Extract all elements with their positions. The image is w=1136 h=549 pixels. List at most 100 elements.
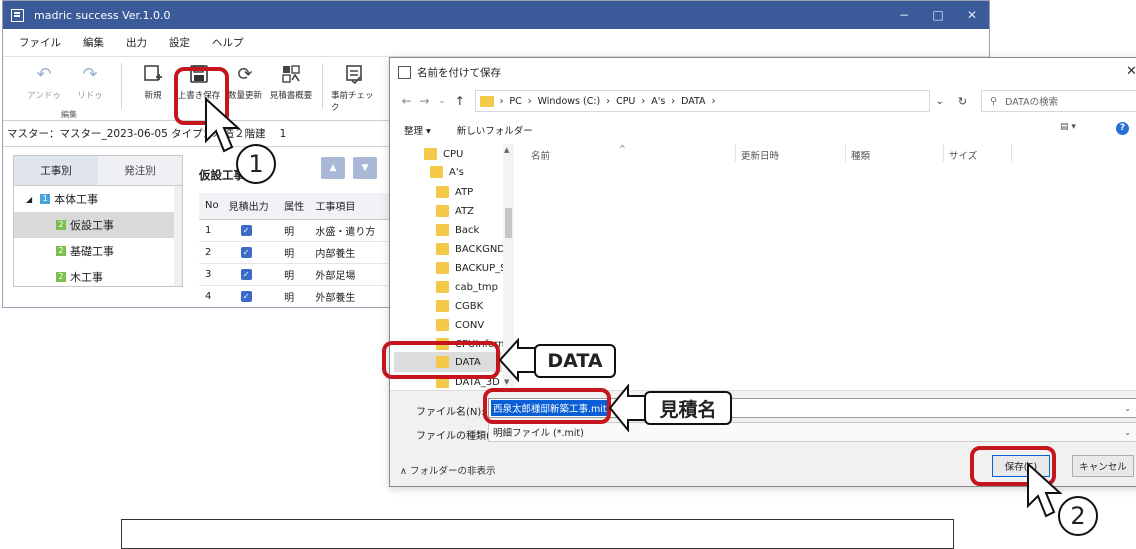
organize-button[interactable]: 整理 ▾ bbox=[404, 123, 431, 137]
tree-item-main-work[interactable]: ◢ 1 本体工事 bbox=[14, 186, 182, 212]
minimize-button[interactable]: − bbox=[887, 8, 921, 22]
tree-item-foundation-work[interactable]: 2 基礎工事 bbox=[14, 238, 182, 264]
view-options-icon[interactable]: ▤ ▾ bbox=[1060, 122, 1076, 132]
refresh-icon[interactable]: ↻ bbox=[958, 95, 967, 108]
table-row[interactable]: 1 ✓ 明 水盛・遣り方 bbox=[199, 219, 389, 242]
dialog-close-icon[interactable]: ✕ bbox=[1126, 64, 1136, 79]
estimate-summary-button[interactable]: 見積書概要 bbox=[268, 57, 314, 101]
callout-data: DATA bbox=[534, 344, 616, 378]
sort-indicator-icon: ^ bbox=[619, 144, 626, 153]
maximize-button[interactable]: □ bbox=[921, 8, 955, 22]
search-icon: ⚲ bbox=[990, 95, 998, 107]
table-row[interactable]: 3 ✓ 明 外部足場 bbox=[199, 263, 389, 286]
back-icon[interactable]: ← bbox=[398, 94, 416, 108]
bottom-note-frame bbox=[121, 519, 954, 549]
breadcrumb-cpu[interactable]: CPU bbox=[616, 96, 635, 107]
cancel-button[interactable]: キャンセル bbox=[1072, 455, 1134, 477]
folder-item-cgbk[interactable]: CGBK bbox=[436, 296, 483, 316]
breadcrumb-data[interactable]: DATA bbox=[681, 96, 705, 107]
address-row: ← → ⌄ ↑ › PC › Windows (C:) › CPU › A's … bbox=[390, 86, 1136, 116]
cell-attribute: 明 bbox=[278, 219, 310, 242]
forward-icon[interactable]: → bbox=[416, 94, 434, 108]
scroll-thumb[interactable] bbox=[505, 208, 512, 238]
edit-group-label: 編集 bbox=[61, 110, 77, 119]
column-divider bbox=[1011, 144, 1012, 162]
new-document-icon bbox=[142, 63, 164, 85]
folder-item-atp[interactable]: ATP bbox=[436, 182, 473, 202]
col-modified[interactable]: 更新日時 bbox=[741, 148, 779, 162]
table-row[interactable]: 2 ✓ 明 内部養生 bbox=[199, 241, 389, 264]
level-badge: 2 bbox=[56, 272, 66, 282]
move-up-button[interactable]: ▲ bbox=[321, 157, 345, 179]
arrow-down-icon: ▼ bbox=[361, 163, 369, 173]
scroll-up-icon[interactable]: ▲ bbox=[504, 146, 509, 154]
folder-label: BACKGND bbox=[455, 243, 505, 255]
menu-settings[interactable]: 設定 bbox=[169, 35, 190, 50]
folder-item-cpu[interactable]: CPU bbox=[424, 144, 463, 164]
estimate-output-checkbox[interactable]: ✓ bbox=[240, 246, 252, 258]
folder-item-cab-tmp[interactable]: cab_tmp bbox=[436, 277, 498, 297]
folder-icon bbox=[479, 95, 494, 107]
new-label: 新規 bbox=[144, 91, 162, 101]
folder-icon bbox=[436, 243, 449, 255]
menu-output[interactable]: 出力 bbox=[126, 35, 147, 50]
new-button[interactable]: 新規 bbox=[130, 57, 176, 101]
cell-no: 1 bbox=[199, 219, 223, 242]
folder-item-atz[interactable]: ATZ bbox=[436, 201, 474, 221]
chevron-up-icon: ∧ bbox=[400, 466, 410, 477]
tree-item-temporary-work[interactable]: 2 仮設工事 bbox=[14, 212, 182, 238]
table-row[interactable]: 4 ✓ 明 外部養生 bbox=[199, 285, 389, 307]
filetype-select[interactable]: 明細ファイル (*.mit) ⌄ bbox=[488, 422, 1136, 442]
breadcrumb-drive[interactable]: Windows (C:) bbox=[538, 96, 601, 107]
collapse-icon[interactable]: ◢ bbox=[26, 195, 32, 204]
filename-dropdown-icon[interactable]: ⌄ bbox=[1124, 404, 1131, 413]
close-button[interactable]: ✕ bbox=[955, 8, 989, 22]
step-number-1: 1 bbox=[236, 144, 276, 184]
cell-attribute: 明 bbox=[278, 263, 310, 286]
hide-folders-toggle[interactable]: ∧ フォルダーの非表示 bbox=[400, 463, 496, 477]
help-icon[interactable]: ? bbox=[1116, 122, 1129, 135]
search-box[interactable]: ⚲ DATAの検索 bbox=[981, 90, 1136, 112]
cell-attribute: 明 bbox=[278, 285, 310, 307]
level-badge: 2 bbox=[56, 220, 66, 230]
cell-attribute: 明 bbox=[278, 241, 310, 264]
up-folder-icon[interactable]: ↑ bbox=[451, 94, 469, 108]
recent-dropdown-icon[interactable]: ⌄ bbox=[433, 96, 451, 106]
breadcrumb-sep: › bbox=[641, 95, 646, 107]
breadcrumb-as[interactable]: A's bbox=[651, 96, 665, 107]
folder-item-backup-s[interactable]: BACKUP_S bbox=[436, 258, 507, 278]
menu-file[interactable]: ファイル bbox=[19, 35, 61, 50]
cell-work-item: 外部足場 bbox=[309, 263, 389, 286]
breadcrumb-pc[interactable]: PC bbox=[509, 96, 521, 107]
filetype-dropdown-icon[interactable]: ⌄ bbox=[1124, 428, 1131, 437]
estimate-output-checkbox[interactable]: ✓ bbox=[240, 268, 252, 280]
redo-button[interactable]: ↷ リドゥ bbox=[67, 57, 113, 102]
col-work-item: 工事項目 bbox=[309, 193, 389, 220]
folder-item-as[interactable]: A's bbox=[430, 162, 464, 182]
address-bar[interactable]: › PC › Windows (C:) › CPU › A's › DATA › bbox=[474, 90, 930, 112]
menu-help[interactable]: ヘルプ bbox=[212, 35, 244, 50]
pre-check-button[interactable]: 事前チェック bbox=[331, 57, 377, 113]
tree-item-carpentry-work[interactable]: 2 木工事 bbox=[14, 264, 182, 290]
folder-icon bbox=[436, 281, 449, 293]
estimate-output-checkbox[interactable]: ✓ bbox=[240, 290, 252, 302]
move-down-button[interactable]: ▼ bbox=[353, 157, 377, 179]
estimate-output-checkbox[interactable]: ✓ bbox=[240, 224, 252, 236]
col-size[interactable]: サイズ bbox=[949, 148, 977, 162]
address-dropdown-icon[interactable]: ⌄ bbox=[936, 96, 944, 107]
cell-work-item: 外部養生 bbox=[309, 285, 389, 307]
new-folder-button[interactable]: 新しいフォルダー bbox=[457, 123, 533, 137]
folder-item-backgnd[interactable]: BACKGND bbox=[436, 239, 505, 259]
folder-item-conv[interactable]: CONV bbox=[436, 315, 484, 335]
master-info-tail: 1 bbox=[279, 127, 287, 140]
tab-by-order[interactable]: 発注別 bbox=[98, 156, 182, 185]
folder-item-back[interactable]: Back bbox=[436, 220, 479, 240]
col-name[interactable]: 名前 bbox=[531, 148, 550, 162]
tree-scrollbar[interactable] bbox=[174, 186, 182, 286]
cell-work-item: 内部養生 bbox=[309, 241, 389, 264]
col-type[interactable]: 種類 bbox=[851, 148, 870, 162]
redo-label: リドゥ bbox=[77, 91, 103, 101]
undo-button[interactable]: ↶ アンドゥ bbox=[21, 57, 67, 102]
tab-by-work[interactable]: 工事別 bbox=[14, 156, 98, 185]
menu-edit[interactable]: 編集 bbox=[83, 35, 104, 50]
